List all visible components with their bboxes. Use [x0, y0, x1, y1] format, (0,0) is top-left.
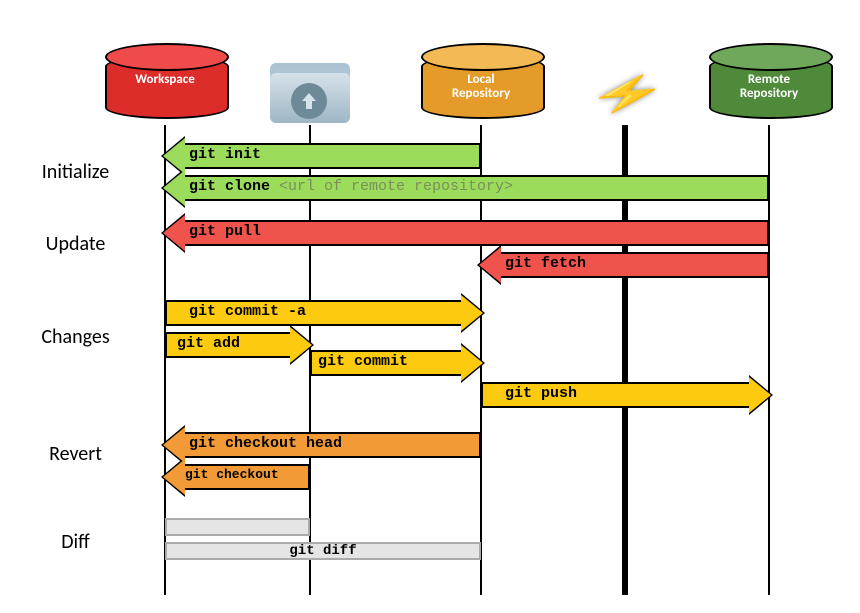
cmd-git-clone: git clone <url of remote repository> — [165, 178, 769, 195]
network-lightning-icon: ⚡ — [577, 72, 678, 117]
arrow-git-init: git init — [165, 143, 481, 169]
arrow-git-push: git push — [481, 382, 769, 408]
cmd-git-checkout-head: git checkout head — [165, 435, 481, 452]
arrow-git-clone: git clone <url of remote repository> — [165, 175, 769, 201]
arrow-git-commit: git commit — [310, 350, 481, 376]
arrow-git-checkout: git checkout — [165, 464, 310, 490]
arrow-git-commit-a: git commit -a — [165, 300, 481, 326]
git-data-transport-diagram: Workspace LocalRepository ⚡ RemoteReposi… — [0, 0, 860, 613]
cmd-git-diff: git diff — [167, 543, 479, 559]
workspace-cylinder: Workspace — [105, 55, 225, 125]
remote-repository-label: RemoteRepository — [709, 73, 829, 102]
remote-repository-cylinder: RemoteRepository — [709, 55, 829, 125]
workspace-label: Workspace — [105, 73, 225, 87]
bar-diff-workspace-index — [165, 518, 310, 536]
local-repository-label: LocalRepository — [421, 73, 541, 102]
cmd-git-checkout: git checkout — [165, 467, 310, 482]
arrow-git-add: git add — [165, 332, 310, 358]
cmd-git-push: git push — [481, 385, 769, 402]
cmd-git-commit-a: git commit -a — [165, 303, 481, 320]
cmd-git-add: git add — [165, 335, 310, 352]
row-label-initialize: Initialize — [18, 160, 133, 184]
cmd-git-init: git init — [165, 146, 481, 163]
upload-icon — [291, 83, 327, 119]
arrow-git-checkout-head: git checkout head — [165, 432, 481, 458]
arrow-git-fetch: git fetch — [481, 252, 769, 278]
cmd-git-fetch: git fetch — [481, 255, 769, 272]
cmd-git-commit: git commit — [310, 353, 481, 370]
row-label-diff: Diff — [18, 530, 133, 554]
index-folder-icon — [265, 55, 355, 125]
row-label-update: Update — [18, 232, 133, 256]
row-label-revert: Revert — [18, 442, 133, 466]
cmd-git-pull: git pull — [165, 223, 769, 240]
arrow-git-pull: git pull — [165, 220, 769, 246]
local-repository-cylinder: LocalRepository — [421, 55, 541, 125]
row-label-changes: Changes — [18, 325, 133, 349]
bar-git-diff: git diff — [165, 542, 481, 560]
